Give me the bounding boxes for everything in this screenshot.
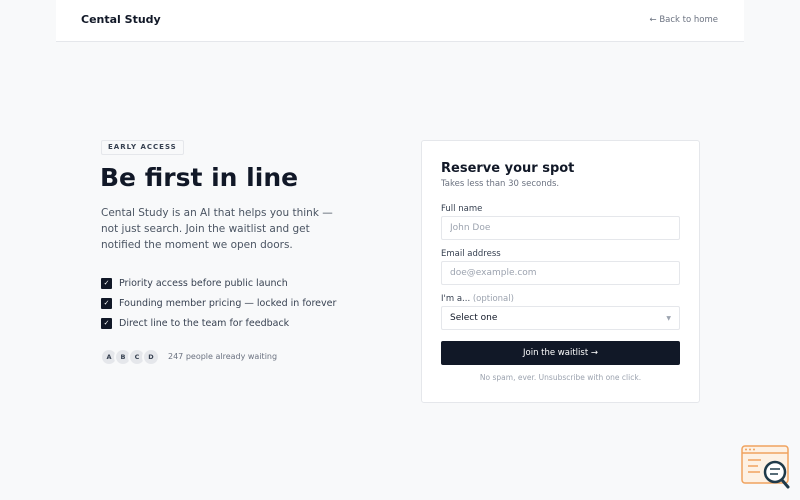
join-waitlist-button[interactable]: Join the waitlist → xyxy=(441,341,680,365)
form-subtitle: Takes less than 30 seconds. xyxy=(441,179,560,189)
intro-text: Cental Study is an AI that helps you thi… xyxy=(101,207,333,251)
avatar-group: A B C D xyxy=(100,348,160,366)
optional-hint: (optional) xyxy=(472,294,514,304)
role-select-value: Select one xyxy=(450,313,498,323)
form-title: Reserve your spot xyxy=(441,161,575,176)
email-input[interactable] xyxy=(441,261,680,285)
page-title: Be first in line xyxy=(100,163,299,192)
feature-text: Priority access before public launch xyxy=(119,277,288,289)
feature-item: ✓ Direct line to the team for feedback xyxy=(101,313,336,333)
chevron-down-icon: ▼ xyxy=(666,314,671,322)
early-access-badge: EARLY ACCESS xyxy=(101,140,184,155)
waiting-count: 247 people already waiting xyxy=(168,352,278,361)
brand-logo[interactable]: Cental Study xyxy=(81,13,161,26)
avatar: D xyxy=(142,348,160,366)
feature-text: Direct line to the team for feedback xyxy=(119,317,290,329)
waitlist-form-card: Reserve your spot Takes less than 30 sec… xyxy=(421,140,700,403)
role-label-text: I'm a... xyxy=(441,294,471,304)
role-select[interactable]: Select one ▼ xyxy=(441,306,680,330)
top-header: Cental Study ← Back to home xyxy=(56,0,744,42)
feature-item: ✓ Founding member pricing — locked in fo… xyxy=(101,293,336,313)
check-icon: ✓ xyxy=(101,317,112,329)
back-to-home-link[interactable]: ← Back to home xyxy=(650,15,719,25)
full-name-label: Full name xyxy=(441,204,483,214)
feature-item: ✓ Priority access before public launch xyxy=(101,273,336,293)
check-icon: ✓ xyxy=(101,297,112,309)
search-help-icon xyxy=(741,445,790,489)
feature-text: Founding member pricing — locked in fore… xyxy=(119,297,337,309)
check-icon: ✓ xyxy=(101,277,112,289)
email-label: Email address xyxy=(441,249,501,259)
help-widget-button[interactable] xyxy=(741,445,791,490)
feature-list: ✓ Priority access before public launch ✓… xyxy=(101,273,336,333)
full-name-input[interactable] xyxy=(441,216,680,240)
disclaimer-text: No spam, ever. Unsubscribe with one clic… xyxy=(479,373,642,382)
role-label: I'm a... (optional) xyxy=(441,294,514,304)
